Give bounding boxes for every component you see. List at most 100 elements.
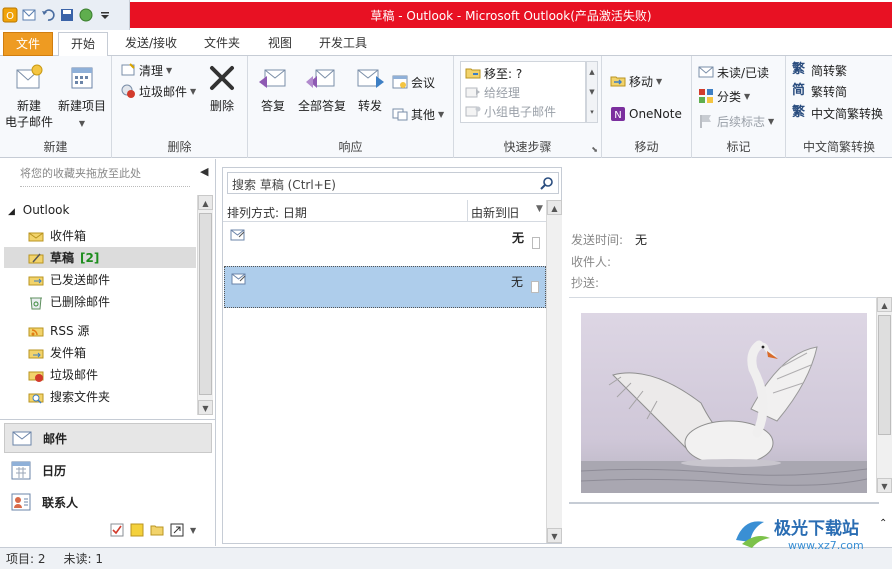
envelope-icon — [698, 66, 714, 78]
item-count: 项目: 2 — [6, 552, 46, 566]
new-items-button[interactable]: 新建项目 ▼ — [54, 62, 110, 132]
configure-buttons-icon[interactable]: ▼ — [190, 526, 196, 535]
reply-all-button[interactable]: 全部答复 — [294, 62, 350, 114]
group-tags: 未读/已读 分类 ▼ 后续标志 ▼ 标记 — [692, 56, 786, 158]
folder-search[interactable]: 搜索文件夹 — [4, 386, 196, 407]
folder-drafts[interactable]: 草稿 [2] — [4, 247, 196, 268]
clean-up-label: 清理 — [139, 63, 164, 78]
message-row-selected[interactable]: 无 — [224, 266, 546, 308]
flag-icon[interactable] — [531, 281, 539, 293]
tab-developer[interactable]: 开发工具 — [310, 32, 376, 56]
more-label: 其他 — [411, 107, 436, 122]
to-label: 收件人: — [571, 255, 612, 269]
nav-mail-button[interactable]: 邮件 — [4, 423, 212, 453]
group-move: 移动 ▼ N OneNote 移动 — [602, 56, 692, 158]
clean-up-button[interactable]: 清理 ▼ — [120, 60, 172, 80]
send-receive-icon[interactable] — [21, 7, 37, 23]
tab-send-receive[interactable]: 发送/接收 — [116, 32, 186, 56]
tab-home[interactable]: 开始 — [58, 32, 108, 57]
scroll-thumb[interactable] — [199, 213, 212, 395]
folder-root-label: Outlook — [22, 203, 70, 217]
follow-up-button[interactable]: 后续标志 ▼ — [698, 111, 774, 131]
folder-rss[interactable]: RSS 源 — [4, 320, 196, 341]
folder-sent[interactable]: 已发送邮件 — [4, 269, 196, 290]
tab-view[interactable]: 视图 — [256, 32, 304, 56]
scroll-down-icon[interactable]: ▼ — [547, 528, 562, 543]
to-simplified-button[interactable]: 简 繁转简 — [792, 81, 847, 101]
group-quick-steps: 移至: ? 给经理 小组电子邮件 ▲ ▼ ▾ 快速步骤 ⬊ — [454, 56, 602, 158]
junk-button[interactable]: 垃圾邮件 ▼ — [120, 81, 196, 101]
sort-by-button[interactable]: 排列方式: 日期 — [227, 204, 307, 221]
meeting-button[interactable]: 会议 — [392, 72, 435, 92]
rss-icon — [28, 327, 44, 336]
nav-scrollbar[interactable]: ▲ ▼ — [197, 195, 213, 415]
search-icon[interactable] — [540, 176, 554, 190]
shortcuts-icon[interactable] — [170, 523, 184, 537]
junk-icon — [28, 371, 44, 382]
group-chinese-conversion: 繁 简转繁 简 繁转简 繁 中文简繁转换 中文简繁转换 — [786, 56, 892, 158]
save-icon[interactable] — [59, 7, 75, 23]
folder-inbox[interactable]: 收件箱 — [4, 225, 196, 246]
chevron-down-icon: ▼ — [768, 116, 775, 126]
scroll-thumb[interactable] — [878, 315, 891, 435]
quick-steps-scroll[interactable]: ▲ ▼ ▾ — [586, 61, 598, 123]
draft-message-icon — [231, 273, 246, 285]
cc-label: 抄送: — [571, 276, 600, 290]
flag-icon[interactable] — [532, 237, 540, 249]
scroll-up-icon[interactable]: ▲ — [877, 297, 892, 312]
delete-x-icon — [210, 66, 234, 90]
to-traditional-button[interactable]: 繁 简转繁 — [792, 60, 847, 80]
outbox-icon — [28, 349, 44, 358]
scroll-up-icon[interactable]: ▲ — [198, 195, 213, 210]
folder-root-outlook[interactable]: ◢ Outlook — [8, 203, 69, 217]
list-scrollbar[interactable]: ▲ ▼ — [546, 200, 562, 543]
globe-icon[interactable] — [78, 7, 94, 23]
draft-message-icon — [230, 229, 245, 241]
quick-step-to-manager[interactable]: 给经理 — [465, 82, 520, 102]
forward-button[interactable]: 转发 — [350, 62, 390, 114]
new-email-button[interactable]: 新建 电子邮件 — [2, 62, 56, 130]
group-new-label: 新建 — [43, 140, 68, 154]
scroll-up-icon[interactable]: ▲ — [547, 200, 562, 215]
onenote-button[interactable]: N OneNote — [610, 104, 682, 124]
swan-photo — [581, 313, 867, 493]
folder-outbox[interactable]: 发件箱 — [4, 342, 196, 363]
sort-bar: 排列方式: 日期 由新到旧 ▼ — [223, 200, 561, 222]
nav-contacts-button[interactable]: 联系人 — [4, 487, 212, 517]
tasks-icon[interactable] — [110, 523, 124, 537]
categorize-label: 分类 — [717, 89, 742, 104]
tab-file[interactable]: 文件 — [3, 32, 53, 56]
scroll-down-icon[interactable]: ▼ — [198, 400, 213, 415]
read-unread-button[interactable]: 未读/已读 — [698, 62, 769, 82]
conversion-button[interactable]: 繁 中文简繁转换 — [792, 103, 883, 123]
move-button[interactable]: 移动 ▼ — [610, 71, 662, 91]
quick-step-move-to[interactable]: 移至: ? — [465, 63, 522, 83]
folder-deleted[interactable]: 已删除邮件 — [4, 291, 196, 312]
dialog-launcher-icon[interactable]: ⬊ — [591, 145, 598, 154]
nav-calendar-button[interactable]: 日历 — [4, 455, 212, 485]
chevron-down-icon: ▼ — [166, 65, 173, 75]
collapse-nav-icon[interactable]: ◀ — [200, 165, 208, 178]
tab-folder[interactable]: 文件夹 — [194, 32, 250, 56]
folder-list-icon[interactable] — [150, 523, 164, 537]
notes-icon[interactable] — [130, 523, 144, 537]
search-input[interactable]: 搜索 草稿 (Ctrl+E) — [227, 172, 559, 194]
reading-scrollbar[interactable]: ▲ ▼ — [876, 297, 892, 493]
reply-button[interactable]: 答复 — [252, 62, 294, 114]
folder-junk[interactable]: 垃圾邮件 — [4, 364, 196, 385]
more-respond-button[interactable]: 其他 ▼ — [392, 104, 444, 124]
quick-step-team-email-label: 小组电子邮件 — [484, 104, 557, 119]
read-unread-label: 未读/已读 — [717, 65, 770, 80]
watermark-url: www.xz7.com — [788, 539, 864, 552]
delete-button[interactable]: 删除 — [200, 62, 244, 114]
site-watermark: 极光下载站 www.xz7.com — [736, 518, 864, 552]
message-row[interactable]: 无 — [224, 223, 546, 265]
undo-icon[interactable] — [40, 7, 56, 23]
quick-step-team-email[interactable]: 小组电子邮件 — [465, 101, 556, 121]
scroll-down-icon[interactable]: ▼ — [877, 478, 892, 493]
chevron-down-icon[interactable]: ▼ — [536, 204, 543, 214]
categorize-button[interactable]: 分类 ▼ — [698, 86, 750, 106]
customize-toolbar-icon[interactable] — [97, 7, 113, 23]
sort-order-button[interactable]: 由新到旧 — [467, 200, 547, 222]
reply-all-icon — [306, 69, 335, 88]
